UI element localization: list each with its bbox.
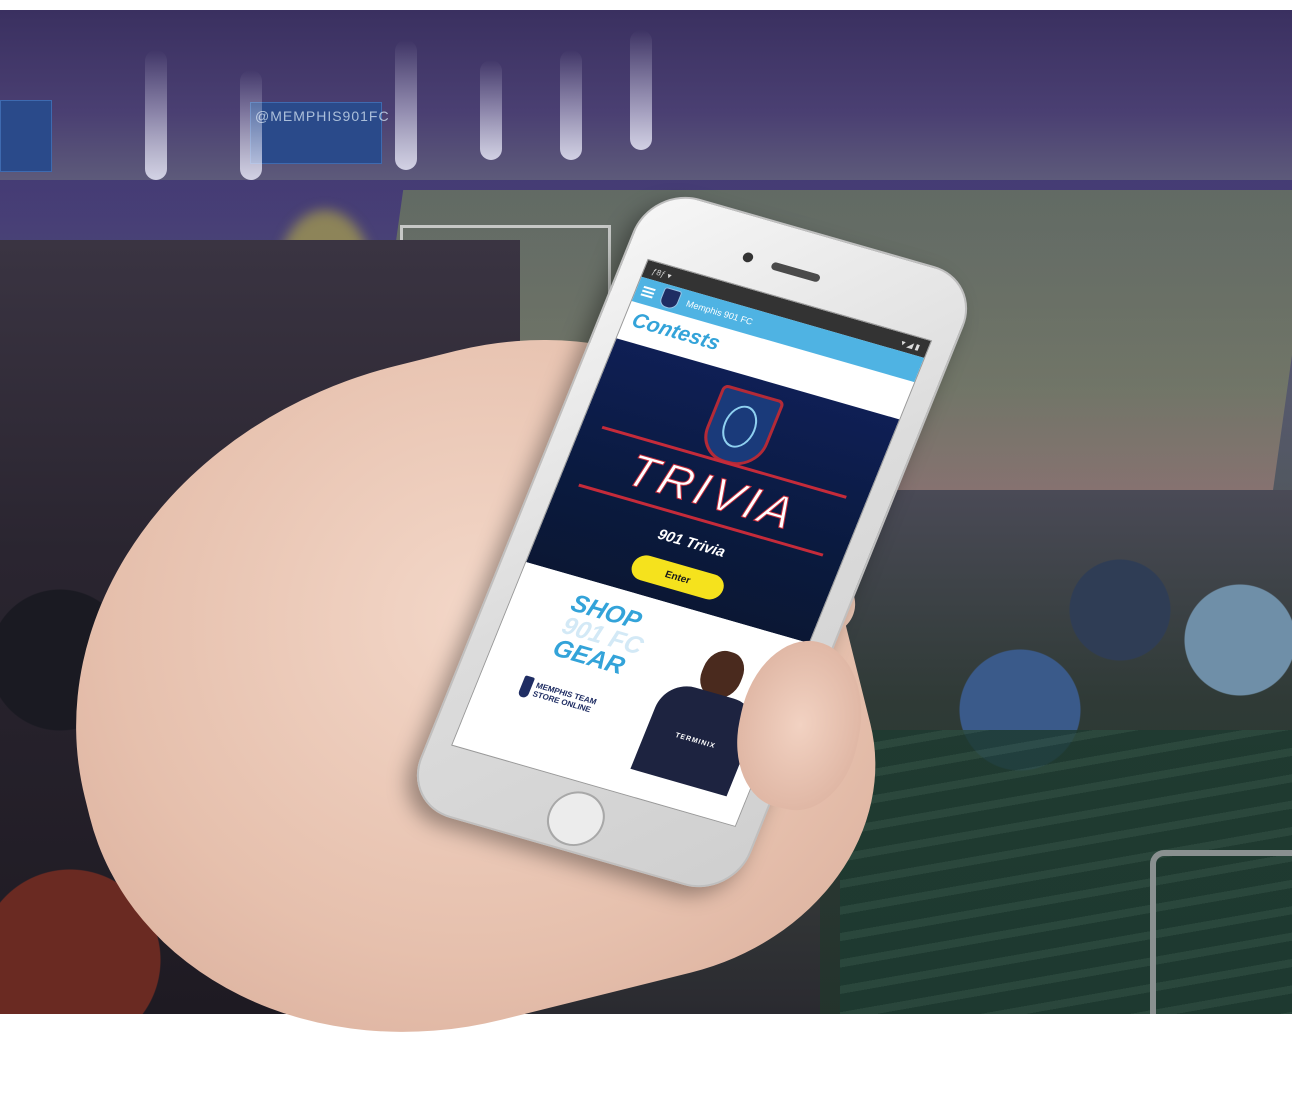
video-board-text: @MEMPHIS901FC [255,108,390,124]
smoke-plume [240,70,262,180]
status-bar-left: ƒ8ƒ ▾ [650,266,674,281]
team-store-text: MEMPHIS TEAM STORE ONLINE [531,680,598,715]
smoke-plume [145,50,167,180]
status-bar-right: ▾ ◢ ▮ [899,337,922,352]
stair-railing [1150,850,1292,1014]
smoke-plume [560,50,582,160]
team-store-logo: MEMPHIS TEAM STORE ONLINE [514,667,616,729]
crest-icon [657,286,683,311]
hamburger-icon[interactable] [640,285,656,299]
smoke-plume [480,60,502,160]
front-camera-icon [741,251,755,264]
scoreboard-left [0,100,52,172]
shop-headline: SHOP 901 FC GEAR [549,589,656,681]
earpiece-speaker [770,261,822,283]
smoke-plume [630,30,652,150]
smoke-plume [395,40,417,170]
home-button[interactable] [538,784,614,853]
